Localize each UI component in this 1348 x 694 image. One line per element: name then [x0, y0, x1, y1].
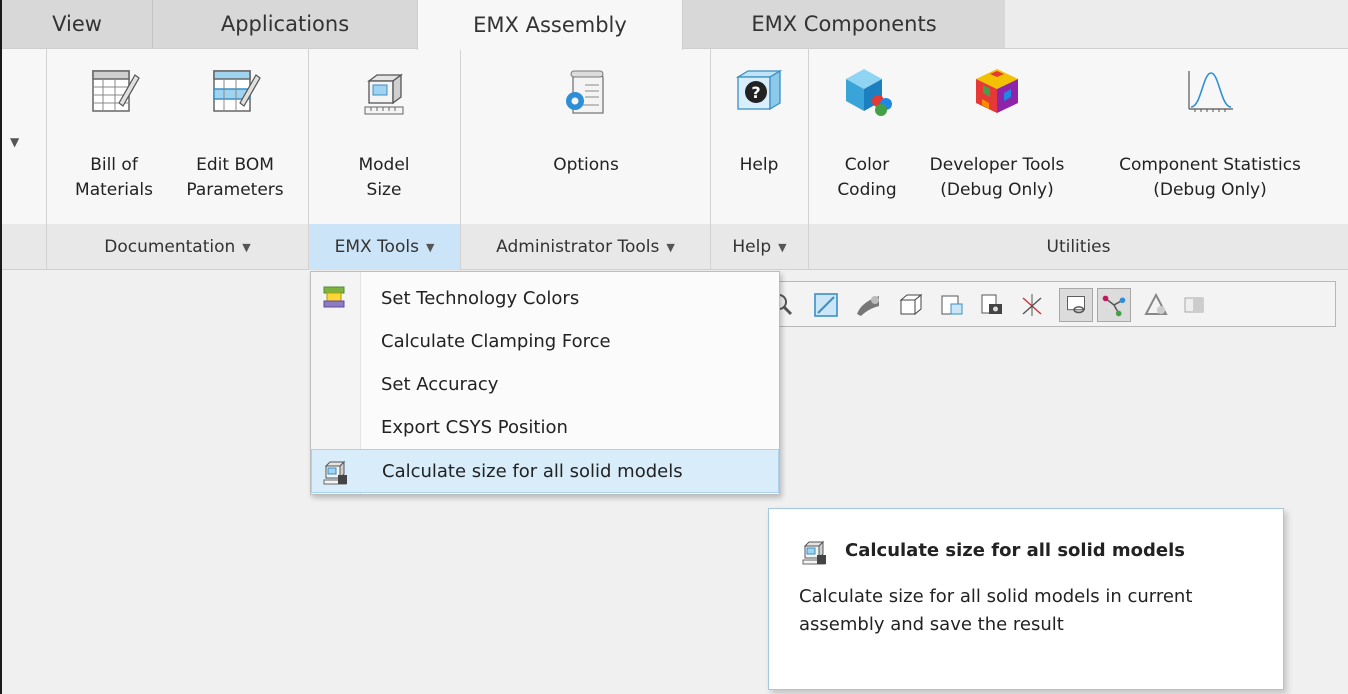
component-statistics-button[interactable]: Component Statistics (Debug Only) [1078, 49, 1342, 225]
group-divider [710, 49, 711, 225]
technology-colors-icon [323, 286, 345, 308]
color-coding-icon [846, 69, 892, 116]
tooltip-description: Calculate size for all solid models in c… [799, 586, 1193, 635]
menu-item-export-csys-position[interactable]: Export CSYS Position [311, 405, 779, 449]
emx-tools-dropdown-menu: Set Technology Colors Calculate Clamping… [310, 271, 780, 495]
annotation-display-icon[interactable] [1097, 288, 1131, 322]
menu-item-label: Set Technology Colors [381, 287, 580, 309]
group-divider [460, 49, 461, 225]
tab-view[interactable]: View [2, 0, 152, 48]
group-divider [308, 49, 309, 225]
group-divider [808, 49, 809, 225]
developer-tools-label: Developer Tools (Debug Only) [929, 155, 1065, 200]
model-size-label: Model Size [358, 155, 410, 200]
chevron-down-icon: ▼ [425, 240, 435, 254]
bell-curve-icon [1188, 71, 1233, 112]
menu-item-set-technology-colors[interactable]: Set Technology Colors [311, 276, 779, 320]
edit-bom-parameters-button[interactable]: Edit BOM Parameters [172, 49, 298, 225]
group-documentation[interactable]: Documentation ▼ [47, 224, 308, 270]
datum-display-icon[interactable] [1017, 290, 1047, 320]
tab-label: Applications [220, 12, 350, 36]
render-icon[interactable] [1179, 290, 1209, 320]
group-help[interactable]: Help ▼ [711, 224, 808, 270]
bill-of-materials-icon [92, 70, 140, 112]
bill-of-materials-button[interactable]: Bill of Materials [58, 49, 170, 225]
saved-views-icon[interactable] [977, 290, 1007, 320]
ribbon-panel: ▼ Bill of Materials Edit BOM Parameters [2, 48, 1348, 225]
menu-item-label: Calculate Clamping Force [381, 330, 611, 352]
tab-label: EMX Assembly [473, 13, 627, 37]
component-statistics-label: Component Statistics (Debug Only) [1119, 155, 1301, 200]
group-divider [46, 49, 47, 225]
group-administrator-tools[interactable]: Administrator Tools ▼ [461, 224, 710, 270]
group-utilities: Utilities [809, 224, 1348, 270]
calculate-size-icon [323, 460, 347, 485]
tab-label: View [52, 12, 102, 36]
chevron-down-icon: ▼ [666, 240, 675, 254]
edit-bom-parameters-icon [213, 70, 261, 112]
refit-icon[interactable] [811, 290, 841, 320]
tab-applications[interactable]: Applications [152, 0, 417, 48]
svg-text:?: ? [751, 83, 760, 102]
view-manager-icon[interactable] [937, 290, 967, 320]
spin-center-icon[interactable] [1059, 288, 1093, 322]
group-label: EMX Tools [334, 237, 419, 257]
developer-tools-icon [976, 69, 1018, 113]
menu-item-label: Calculate size for all solid models [382, 460, 683, 482]
model-size-icon [364, 73, 404, 115]
menu-item-set-accuracy[interactable]: Set Accuracy [311, 362, 779, 406]
group-label: Help [732, 237, 772, 257]
options-button[interactable]: Options [502, 49, 670, 225]
menu-item-label: Set Accuracy [381, 373, 499, 395]
options-icon [566, 70, 604, 114]
triangle-down-icon[interactable]: ▼ [10, 135, 19, 149]
bill-of-materials-label: Bill of Materials [75, 155, 153, 200]
menu-item-label: Export CSYS Position [381, 416, 568, 438]
developer-tools-button[interactable]: Developer Tools (Debug Only) [918, 49, 1076, 225]
menu-item-calculate-size-all-solid-models[interactable]: Calculate size for all solid models [311, 449, 779, 493]
options-label: Options [553, 155, 619, 175]
calculate-size-icon [802, 540, 826, 565]
group-label: Utilities [1046, 237, 1111, 257]
edit-bom-parameters-label: Edit BOM Parameters [186, 155, 284, 200]
shading-icon[interactable] [853, 290, 883, 320]
group-emx-tools[interactable]: EMX Tools ▼ [309, 224, 460, 270]
graphics-toolbar [758, 281, 1336, 327]
tab-label: EMX Components [751, 12, 937, 36]
chevron-down-icon: ▼ [778, 240, 787, 254]
tooltip: Calculate size for all solid models Calc… [768, 508, 1284, 690]
display-style-icon[interactable] [895, 290, 925, 320]
help-icon: ? [735, 69, 783, 111]
ribbon-tab-bar: View Applications EMX Assembly EMX Compo… [2, 0, 1348, 50]
ribbon-group-bar: Documentation ▼ EMX Tools ▼ Administrator … [2, 224, 1348, 270]
tab-emx-assembly[interactable]: EMX Assembly [417, 0, 683, 50]
color-coding-button[interactable]: Color Coding [824, 49, 910, 225]
group-label: Administrator Tools [496, 237, 660, 257]
tooltip-title: Calculate size for all solid models [845, 540, 1186, 561]
model-size-button[interactable]: Model Size [320, 49, 448, 225]
help-button[interactable]: ? Help [720, 49, 798, 225]
menu-item-calculate-clamping-force[interactable]: Calculate Clamping Force [311, 319, 779, 363]
color-coding-label: Color Coding [837, 155, 897, 200]
help-label: Help [739, 155, 779, 175]
group-label: Documentation [104, 237, 236, 257]
tab-emx-components[interactable]: EMX Components [683, 0, 1005, 48]
appearance-icon[interactable] [1141, 290, 1171, 320]
tab-bar-empty-area [1005, 0, 1348, 48]
chevron-down-icon: ▼ [242, 240, 251, 254]
